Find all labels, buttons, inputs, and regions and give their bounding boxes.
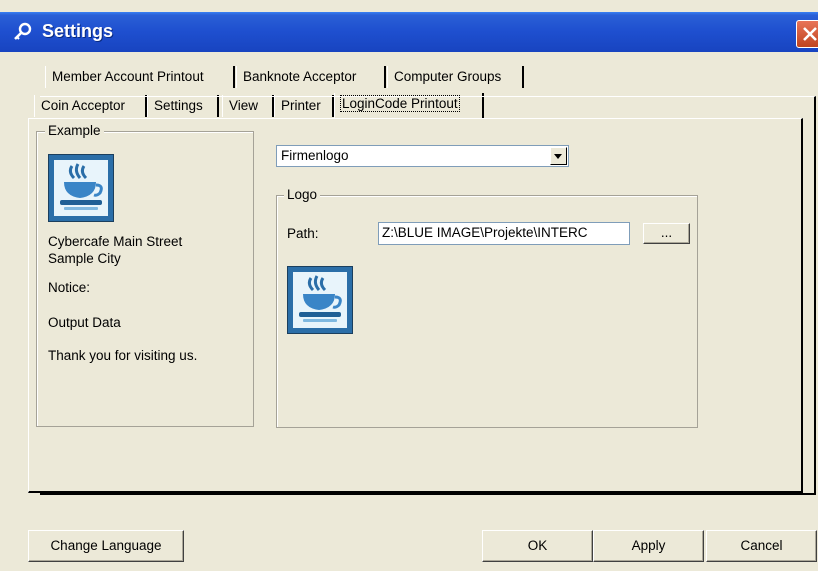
example-legend: Example (45, 123, 104, 138)
example-logo-image (48, 154, 114, 222)
settings-dialog: Settings Member Account Printout Banknot… (0, 0, 818, 571)
close-icon (803, 27, 817, 41)
path-label: Path: (287, 226, 319, 241)
path-value: Z:\BLUE IMAGE\Projekte\INTERC (382, 225, 588, 240)
path-input[interactable]: Z:\BLUE IMAGE\Projekte\INTERC (378, 222, 630, 245)
tab-member-account-printout[interactable]: Member Account Printout (45, 66, 235, 88)
example-address-line2: Sample City (48, 251, 121, 266)
apply-button[interactable]: Apply (593, 530, 704, 562)
example-notice: Notice: (48, 280, 91, 295)
logo-preview-image (287, 266, 353, 334)
logo-type-value: Firmenlogo (281, 148, 349, 163)
example-thanks: Thank you for visiting us. (48, 348, 198, 363)
ok-button[interactable]: OK (482, 530, 593, 562)
window-title: Settings (42, 21, 114, 41)
change-language-button[interactable]: Change Language (28, 530, 184, 562)
example-address-line1: Cybercafe Main Street (48, 234, 183, 249)
tab-banknote-acceptor[interactable]: Banknote Acceptor (236, 66, 386, 88)
tab-computer-groups[interactable]: Computer Groups (387, 66, 524, 88)
key-icon (12, 21, 34, 43)
coffee-cup-icon (293, 272, 347, 328)
close-button[interactable] (796, 20, 818, 48)
logo-legend: Logo (284, 187, 321, 202)
title-bar[interactable]: Settings (0, 12, 818, 52)
browse-button[interactable]: ... (643, 223, 690, 244)
coffee-cup-icon (54, 160, 108, 216)
example-output-data: Output Data (48, 315, 121, 330)
cancel-button[interactable]: Cancel (706, 530, 817, 562)
logo-type-select[interactable]: Firmenlogo (276, 145, 569, 167)
dropdown-arrow-icon[interactable] (550, 147, 567, 165)
